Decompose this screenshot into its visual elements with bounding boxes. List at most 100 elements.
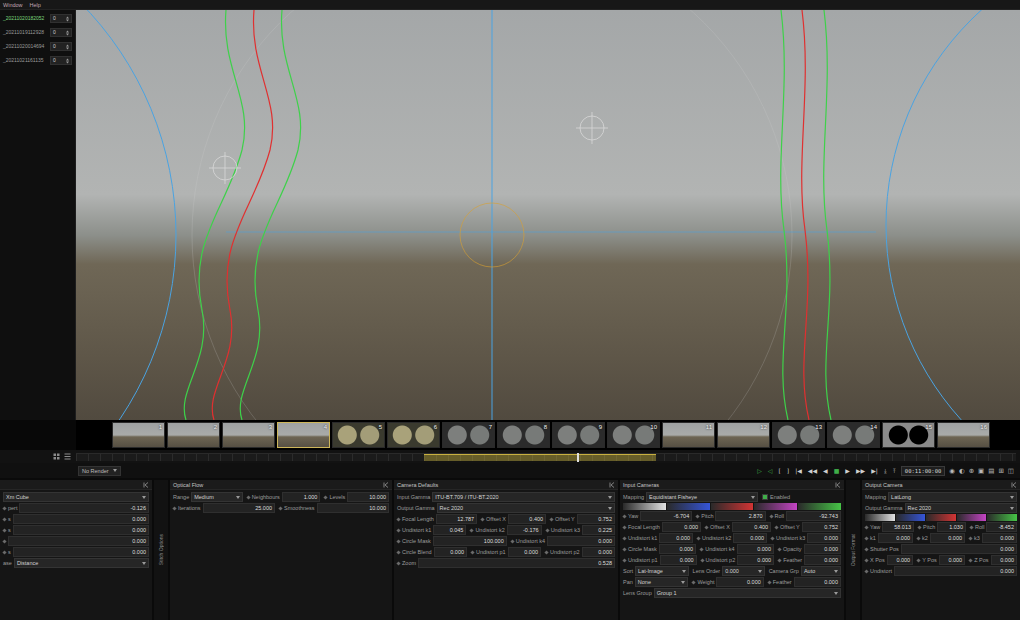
- field-value[interactable]: 0.000: [733, 533, 767, 543]
- field-value[interactable]: 0.000: [737, 544, 774, 554]
- dropdown[interactable]: 0.000: [722, 566, 765, 576]
- transport-button[interactable]: ◀◀: [807, 467, 818, 475]
- keyframe-icon[interactable]: [696, 514, 700, 518]
- keyframe-icon[interactable]: [2, 517, 6, 521]
- field-value[interactable]: 10.000: [347, 492, 389, 502]
- camera-thumbnail[interactable]: 12: [717, 422, 770, 448]
- keyframe-icon[interactable]: [2, 539, 6, 543]
- field-value[interactable]: 0.000: [547, 536, 615, 546]
- keyframe-icon[interactable]: [969, 558, 973, 562]
- field-value[interactable]: 0.528: [418, 558, 615, 568]
- keyframe-icon[interactable]: [545, 528, 549, 532]
- timecode-field[interactable]: 00:11:00:00: [901, 466, 945, 476]
- keyframe-icon[interactable]: [700, 558, 704, 562]
- field-value[interactable]: 0.000: [434, 547, 467, 557]
- field-value[interactable]: 25.000: [203, 503, 275, 513]
- camera-thumbnail[interactable]: 13: [772, 422, 825, 448]
- tool-button[interactable]: ◉: [949, 467, 955, 475]
- field-value[interactable]: 58.013: [882, 522, 914, 532]
- playhead[interactable]: [577, 453, 579, 462]
- clip-offset-field[interactable]: 0: [50, 42, 72, 51]
- color-bar[interactable]: [623, 503, 841, 510]
- tool-button[interactable]: ⊕: [969, 467, 974, 475]
- keyframe-icon[interactable]: [544, 550, 548, 554]
- color-bar[interactable]: [865, 514, 1017, 521]
- transport-button[interactable]: [: [777, 467, 781, 475]
- field-value[interactable]: 2.870: [715, 511, 765, 521]
- field-value[interactable]: 0.752: [802, 522, 841, 532]
- keyframe-icon[interactable]: [767, 580, 771, 584]
- keyframe-icon[interactable]: [622, 536, 626, 540]
- dropdown[interactable]: None: [635, 577, 689, 587]
- field-value[interactable]: 0.000: [807, 533, 841, 543]
- transport-button[interactable]: ◀: [822, 467, 829, 475]
- keyframe-icon[interactable]: [622, 547, 626, 551]
- color-swatch[interactable]: [987, 514, 1017, 521]
- field-value[interactable]: 0.000: [13, 525, 149, 535]
- list-view-icon[interactable]: [64, 453, 71, 460]
- clip-row[interactable]: _202110211611350: [3, 56, 72, 65]
- keyframe-icon[interactable]: [549, 517, 553, 521]
- grid-view-icon[interactable]: [53, 453, 60, 460]
- field-value[interactable]: 0.000: [930, 533, 965, 543]
- render-mode-select[interactable]: No Render: [78, 466, 121, 476]
- keyframe-icon[interactable]: [172, 506, 176, 510]
- menu-item[interactable]: Window: [3, 1, 23, 9]
- field-value[interactable]: 0.000: [8, 536, 149, 546]
- camera-thumbnail[interactable]: 10: [607, 422, 660, 448]
- keyframe-icon[interactable]: [917, 558, 921, 562]
- field-value[interactable]: 100.000: [433, 536, 507, 546]
- camera-thumbnail[interactable]: 3: [222, 422, 275, 448]
- field-value[interactable]: 0.000: [662, 522, 701, 532]
- keyframe-icon[interactable]: [470, 528, 474, 532]
- field-value[interactable]: 0.000: [887, 555, 913, 565]
- keyframe-icon[interactable]: [396, 528, 400, 532]
- camera-thumbnail[interactable]: 4: [277, 422, 330, 448]
- keyframe-icon[interactable]: [864, 547, 868, 551]
- keyframe-icon[interactable]: [769, 514, 773, 518]
- keyframe-icon[interactable]: [246, 495, 250, 499]
- collapse-icon[interactable]: [835, 482, 841, 488]
- tool-button[interactable]: ▣: [978, 467, 984, 475]
- camera-thumbnail[interactable]: 5: [332, 422, 385, 448]
- keyframe-icon[interactable]: [324, 495, 328, 499]
- keyframe-icon[interactable]: [770, 536, 774, 540]
- transport-button[interactable]: ⤒: [892, 467, 897, 475]
- camera-thumbnail[interactable]: 14: [827, 422, 880, 448]
- dropdown[interactable]: Equidistant Fisheye: [646, 492, 758, 502]
- field-value[interactable]: 0.000: [13, 547, 149, 557]
- clip-name[interactable]: _20211020014694: [3, 43, 44, 50]
- field-value[interactable]: 0.000: [939, 555, 965, 565]
- camera-thumbnail[interactable]: 15: [882, 422, 935, 448]
- keyframe-icon[interactable]: [622, 558, 626, 562]
- field-value[interactable]: 10.000: [317, 503, 389, 513]
- field-value[interactable]: 0.000: [582, 547, 615, 557]
- clip-name[interactable]: _20211021161135: [3, 57, 44, 64]
- field-value[interactable]: -0.126: [19, 503, 149, 513]
- clip-offset-field[interactable]: 0: [50, 14, 72, 23]
- transport-button[interactable]: ■: [833, 467, 841, 475]
- transport-button[interactable]: |◀: [794, 467, 803, 475]
- tool-button[interactable]: ◫: [1008, 467, 1014, 475]
- keyframe-icon[interactable]: [396, 517, 400, 521]
- dropdown[interactable]: Rec 2020: [437, 503, 615, 513]
- field-value[interactable]: 0.400: [732, 522, 771, 532]
- color-swatch[interactable]: [623, 503, 666, 510]
- transport-button[interactable]: ]: [786, 467, 790, 475]
- keyframe-icon[interactable]: [396, 550, 400, 554]
- color-swatch[interactable]: [896, 514, 926, 521]
- field-value[interactable]: 0.000: [508, 547, 541, 557]
- keyframe-icon[interactable]: [2, 528, 6, 532]
- transport-button[interactable]: ▶: [844, 467, 851, 475]
- keyframe-icon[interactable]: [470, 550, 474, 554]
- keyframe-icon[interactable]: [510, 539, 514, 543]
- field-value[interactable]: 0.000: [794, 577, 841, 587]
- color-swatch[interactable]: [926, 514, 956, 521]
- field-value[interactable]: 0.400: [508, 514, 546, 524]
- viewer[interactable]: [76, 10, 1020, 420]
- panel-tab-strip[interactable]: Stitch Options: [154, 480, 168, 620]
- clip-row[interactable]: _20211020014694 0: [3, 42, 72, 51]
- keyframe-icon[interactable]: [396, 561, 400, 565]
- transport-button[interactable]: ▶|: [870, 467, 879, 475]
- clip-name[interactable]: _20211019112928: [3, 29, 44, 36]
